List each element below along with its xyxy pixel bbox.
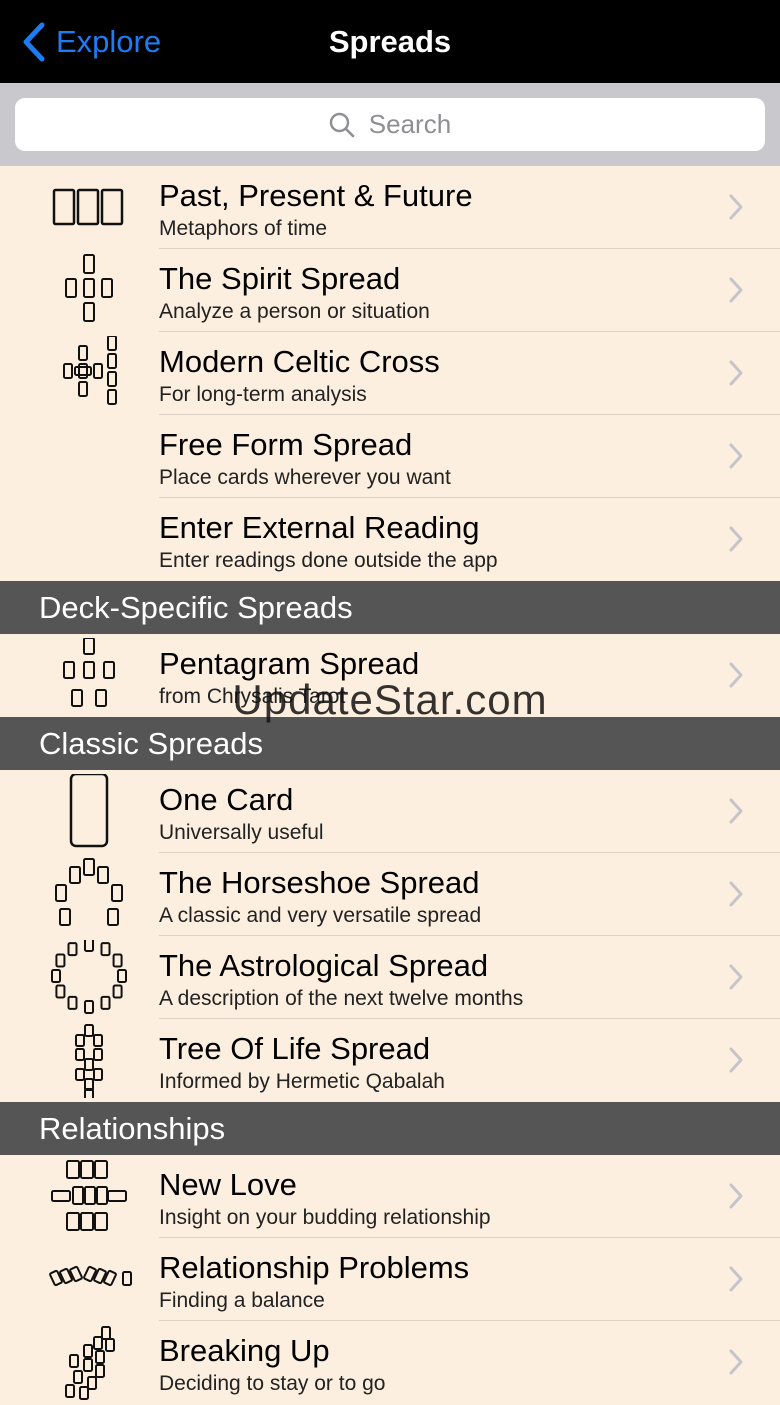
spread-row[interactable]: Relationship Problems Finding a balance [0,1238,780,1321]
spread-title: Free Form Spread [159,427,413,462]
search-icon [329,112,355,137]
chevron-right-icon [729,194,743,220]
spread-row[interactable]: One Card Universally useful [0,770,780,853]
spread-title: The Spirit Spread [159,261,401,296]
horseshoe-icon [44,857,134,932]
spread-subtitle: Analyze a person or situation [159,300,430,323]
chevron-right-icon [729,881,743,907]
spread-row[interactable]: New Love Insight on your budding relatio… [0,1155,780,1238]
chevron-right-icon [729,798,743,824]
spread-title: New Love [159,1167,297,1202]
spread-title: Relationship Problems [159,1250,470,1285]
section-header: Relationships [0,1102,780,1155]
spread-title: One Card [159,782,294,817]
row-text: One Card Universally useful [159,782,720,847]
spread-title: Tree Of Life Spread [159,1031,431,1066]
chevron-right-icon [729,1183,743,1209]
row-text: Relationship Problems Finding a balance [159,1250,720,1315]
spread-row[interactable]: Tree Of Life Spread Informed by Hermetic… [0,1019,780,1102]
row-text: Tree Of Life Spread Informed by Hermetic… [159,1031,720,1096]
row-text: Enter External Reading Enter readings do… [159,510,720,575]
spread-title: Past, Present & Future [159,178,473,213]
section-header: Classic Spreads [0,717,780,770]
astrological-icon [44,938,134,1015]
spread-title: The Astrological Spread [159,948,489,983]
spread-row[interactable]: The Spirit Spread Analyze a person or si… [0,249,780,332]
three-card-icon [44,170,134,245]
spread-subtitle: Informed by Hermetic Qabalah [159,1070,445,1093]
spread-subtitle: Metaphors of time [159,217,328,240]
spread-subtitle: Universally useful [159,821,324,844]
row-text: Free Form Spread Place cards wherever yo… [159,427,720,492]
chevron-right-icon [729,277,743,303]
spread-subtitle: Place cards wherever you want [159,466,451,489]
chevron-right-icon [729,662,743,688]
spread-subtitle: A description of the next twelve months [159,987,524,1010]
spreads-list: Past, Present & Future Metaphors of time… [0,166,780,1404]
spread-row[interactable]: Free Form Spread Place cards wherever yo… [0,415,780,498]
search-placeholder: Search [368,109,452,139]
spread-subtitle: Deciding to stay or to go [159,1372,386,1395]
row-text: Pentagram Spread from Chrysalis Tarot [159,646,720,711]
spread-subtitle: Insight on your budding relationship [159,1206,491,1229]
spread-row[interactable]: The Astrological Spread A description of… [0,936,780,1019]
celtic-cross-icon [44,335,134,411]
row-text: Breaking Up Deciding to stay or to go [159,1333,720,1398]
section-header: Deck-Specific Spreads [0,581,780,634]
spread-subtitle: A classic and very versatile spread [159,904,482,927]
spirit-spread-icon [44,253,134,328]
spread-title: Breaking Up [159,1333,330,1368]
spread-row[interactable]: Pentagram Spread from Chrysalis Tarot [0,634,780,717]
chevron-right-icon [729,360,743,386]
row-text: The Spirit Spread Analyze a person or si… [159,261,720,326]
relationship-problems-icon [44,1242,134,1317]
chevron-right-icon [729,964,743,990]
chevron-right-icon [729,526,743,552]
spread-title: Enter External Reading [159,510,480,545]
one-card-icon [44,772,134,849]
chevron-right-icon [729,443,743,469]
spread-subtitle: Finding a balance [159,1289,325,1312]
spread-row[interactable]: Past, Present & Future Metaphors of time [0,166,780,249]
page-title: Spreads [328,24,452,59]
search-bar: Search [0,83,780,166]
spread-row[interactable]: Modern Celtic Cross For long-term analys… [0,332,780,415]
row-text: Past, Present & Future Metaphors of time [159,178,720,243]
navigation-bar: Explore Spreads [0,0,780,83]
spread-subtitle: Enter readings done outside the app [159,549,498,572]
search-input[interactable]: Search [15,98,765,151]
tree-of-life-icon [44,1023,134,1101]
spread-subtitle: from Chrysalis Tarot [159,685,346,708]
new-love-icon [44,1159,134,1234]
spread-row[interactable]: The Horseshoe Spread A classic and very … [0,853,780,936]
chevron-right-icon [729,1047,743,1073]
breaking-up-icon [44,1325,134,1400]
chevron-right-icon [729,1266,743,1292]
row-text: New Love Insight on your budding relatio… [159,1167,720,1232]
row-text: The Horseshoe Spread A classic and very … [159,865,720,930]
pentagram-icon [44,637,134,713]
spread-title: The Horseshoe Spread [159,865,480,900]
row-text: Modern Celtic Cross For long-term analys… [159,344,720,409]
spread-subtitle: For long-term analysis [159,383,367,406]
spread-row[interactable]: Breaking Up Deciding to stay or to go [0,1321,780,1404]
row-text: The Astrological Spread A description of… [159,948,720,1013]
spread-title: Pentagram Spread [159,646,420,681]
spread-title: Modern Celtic Cross [159,344,440,379]
chevron-right-icon [729,1349,743,1375]
spread-row[interactable]: Enter External Reading Enter readings do… [0,498,780,581]
